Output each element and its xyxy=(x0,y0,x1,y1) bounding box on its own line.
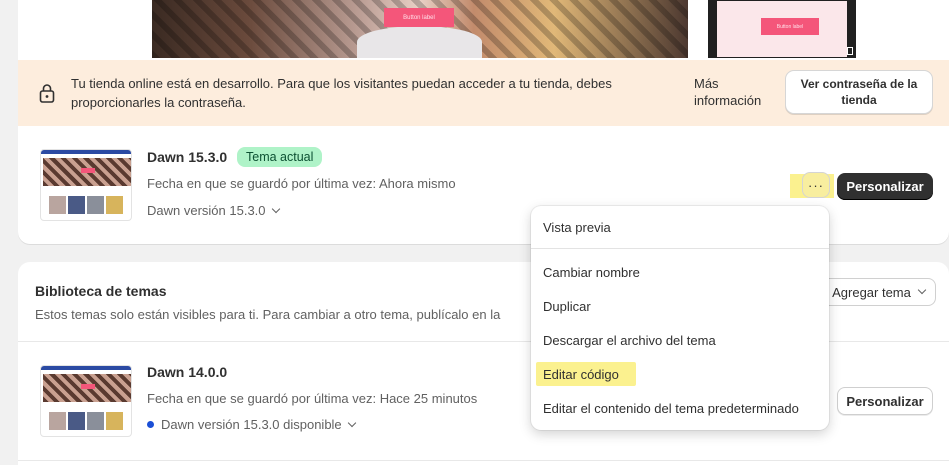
menu-item-preview[interactable]: Vista previa xyxy=(543,220,611,235)
lock-icon xyxy=(39,84,55,103)
current-theme-saved: Fecha en que se guardó por última vez: A… xyxy=(147,176,456,191)
current-theme-badge: Tema actual xyxy=(237,147,323,167)
more-actions-button[interactable]: ··· xyxy=(802,172,830,198)
customize-button[interactable]: Personalizar xyxy=(837,173,933,200)
mobile-corner-icon xyxy=(847,47,853,55)
library-title: Biblioteca de temas xyxy=(35,283,167,299)
thumb-button xyxy=(81,384,95,389)
store-development-banner: Tu tienda online está en desarrollo. Par… xyxy=(18,60,949,126)
library-theme-version: Dawn versión 15.3.0 disponible xyxy=(161,417,342,432)
current-theme-thumbnail xyxy=(40,149,132,221)
thumb-hero xyxy=(43,158,131,186)
thumb-products xyxy=(49,196,123,214)
menu-item-edit-default-content[interactable]: Editar el contenido del tema predetermin… xyxy=(543,401,799,416)
add-theme-button[interactable]: Agregar tema xyxy=(821,278,936,306)
chevron-down-icon xyxy=(271,204,280,213)
menu-separator xyxy=(531,248,829,249)
library-theme-saved: Fecha en que se guardó por última vez: H… xyxy=(147,391,478,406)
library-theme-name: Dawn 14.0.0 xyxy=(147,364,228,380)
menu-item-edit-code[interactable]: Editar código xyxy=(543,367,619,382)
chevron-down-icon xyxy=(917,285,927,295)
menu-item-rename[interactable]: Cambiar nombre xyxy=(543,265,640,280)
library-subtitle: Estos temas solo están visibles para ti.… xyxy=(35,307,501,322)
menu-item-download[interactable]: Descargar el archivo del tema xyxy=(543,333,716,348)
mobile-preview-button: Button label xyxy=(761,18,819,35)
thumb-header xyxy=(41,150,131,154)
theme-actions-menu: Vista previa Cambiar nombre Duplicar Des… xyxy=(531,206,829,430)
banner-message: Tu tienda online está en desarrollo. Par… xyxy=(71,76,612,110)
preview-model xyxy=(357,26,482,58)
thumb-button xyxy=(81,168,95,173)
current-theme-version-dropdown[interactable]: Dawn versión 15.3.0 xyxy=(147,203,280,218)
thumb-products xyxy=(49,412,123,430)
thumb-header xyxy=(41,366,131,370)
thumb-hero xyxy=(43,374,131,402)
add-theme-label: Agregar tema xyxy=(832,284,911,300)
library-theme-version-dropdown[interactable]: Dawn versión 15.3.0 disponible xyxy=(147,417,356,432)
preview-button: Button label xyxy=(384,8,454,27)
more-info-link[interactable]: Más información xyxy=(694,75,774,109)
view-password-button[interactable]: Ver contraseña de la tienda xyxy=(785,70,933,114)
library-bottom-divider xyxy=(18,460,949,461)
current-theme-version: Dawn versión 15.3.0 xyxy=(147,203,266,218)
chevron-down-icon xyxy=(347,418,356,427)
desktop-preview-image: Button label xyxy=(152,0,688,58)
current-theme-name: Dawn 15.3.0 xyxy=(147,149,228,165)
mobile-preview-screen: Button label xyxy=(717,1,847,57)
mobile-preview-image: Button label xyxy=(708,0,856,58)
update-available-dot xyxy=(147,421,154,428)
theme-preview-strip: Button label Button label xyxy=(18,0,949,60)
menu-item-duplicate[interactable]: Duplicar xyxy=(543,299,591,314)
library-customize-button[interactable]: Personalizar xyxy=(837,387,933,415)
library-theme-thumbnail xyxy=(40,365,132,437)
